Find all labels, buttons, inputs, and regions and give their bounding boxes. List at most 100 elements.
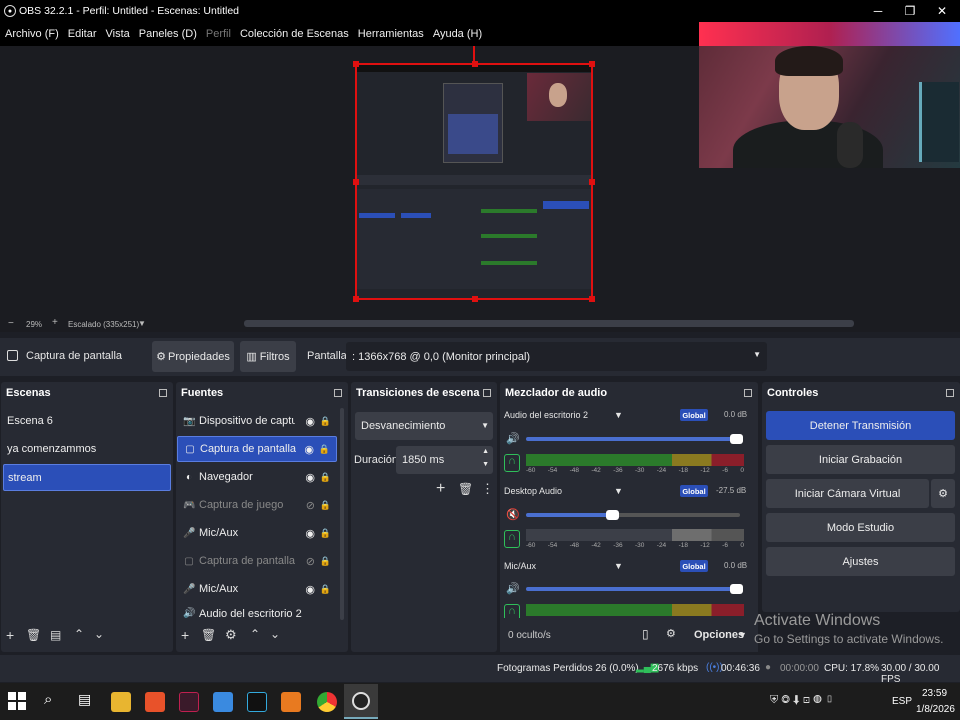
start-virtual-camera-button[interactable]: Iniciar Cámara Virtual: [766, 479, 929, 508]
display-select[interactable]: : 1366x768 @ 0,0 (Monitor principal) ▼: [346, 342, 767, 371]
close-button[interactable]: ✕: [926, 0, 958, 22]
undock-icon[interactable]: [483, 389, 491, 397]
gear-icon[interactable]: ⚙: [225, 627, 237, 643]
volume-slider[interactable]: [526, 587, 740, 591]
menu-docks[interactable]: Paneles (D): [139, 28, 197, 40]
move-down-icon[interactable]: ⌄: [94, 627, 104, 641]
media-player-icon[interactable]: [281, 692, 301, 712]
eye-icon[interactable]: ◉: [305, 583, 315, 596]
chrome-icon[interactable]: [317, 692, 337, 712]
menu-view[interactable]: Vista: [106, 28, 130, 40]
scene-item[interactable]: ya comenzammos: [3, 435, 171, 462]
monitor-headphones-icon[interactable]: ∩: [504, 530, 520, 548]
lock-icon[interactable]: 🔒: [320, 556, 331, 567]
volume-slider[interactable]: [526, 513, 612, 517]
clock-date[interactable]: 1/8/2026: [916, 704, 955, 715]
undock-icon[interactable]: [744, 389, 752, 397]
source-item[interactable]: 🎤 Mic/Aux ◉ 🔒: [177, 520, 337, 546]
channel-menu-icon[interactable]: ▼: [614, 486, 623, 496]
search-icon[interactable]: ⌕: [44, 691, 52, 708]
move-down-icon[interactable]: ⌄: [270, 627, 280, 641]
trash-icon[interactable]: 🗑: [201, 628, 216, 642]
task-view-icon[interactable]: ▤: [78, 691, 91, 708]
menu-help[interactable]: Ayuda (H): [433, 28, 482, 40]
source-item[interactable]: 📷 Dispositivo de captura d ◉ 🔒: [177, 408, 337, 434]
menu-file[interactable]: Archivo (F): [5, 28, 59, 40]
stop-stream-button[interactable]: Detener Transmisión: [766, 411, 955, 440]
lock-icon[interactable]: 🔒: [320, 416, 331, 427]
store-icon[interactable]: [213, 692, 233, 712]
menu-tools[interactable]: Herramientas: [358, 28, 424, 40]
resize-handle[interactable]: [472, 296, 478, 302]
add-source-icon[interactable]: +: [181, 627, 189, 643]
speaker-icon[interactable]: 🔊: [506, 432, 520, 445]
eye-hidden-icon[interactable]: ⊘: [306, 555, 315, 568]
resize-handle[interactable]: [589, 61, 595, 67]
lock-icon[interactable]: 🔒: [320, 500, 331, 511]
lock-icon[interactable]: 🔒: [320, 472, 331, 483]
undock-icon[interactable]: [334, 389, 342, 397]
resize-handle[interactable]: [353, 61, 359, 67]
options-button[interactable]: Opciones: [694, 629, 744, 641]
menu-profile[interactable]: Perfil: [206, 28, 231, 40]
monitor-headphones-icon[interactable]: ∩: [504, 604, 520, 618]
menu-edit[interactable]: Editar: [68, 28, 97, 40]
source-item[interactable]: ◐ Navegador ◉ 🔒: [177, 464, 337, 490]
eye-hidden-icon[interactable]: ⊘: [306, 499, 315, 512]
clock-time[interactable]: 23:59: [922, 688, 947, 699]
chevron-down-icon[interactable]: ▼: [482, 461, 489, 468]
sources-scrollbar[interactable]: [340, 408, 344, 620]
duration-spinbox[interactable]: 1850 ms ▲ ▼: [396, 446, 493, 474]
windows-start-icon[interactable]: [8, 692, 26, 710]
volume-knob[interactable]: [606, 510, 619, 520]
add-icon[interactable]: +: [6, 627, 14, 643]
studio-mode-button[interactable]: Modo Estudio: [766, 513, 955, 542]
undock-icon[interactable]: [159, 389, 167, 397]
undock-icon[interactable]: [946, 389, 954, 397]
menu-scene-collection[interactable]: Colección de Escenas: [240, 28, 349, 40]
source-item-selected[interactable]: ▢ Captura de pantalla ◉ 🔒: [177, 436, 337, 462]
maximize-button[interactable]: ❐: [894, 0, 926, 22]
scaling-dropdown-icon[interactable]: ▼: [138, 319, 146, 328]
zoom-in-button[interactable]: +: [52, 317, 58, 328]
add-transition-icon[interactable]: +: [436, 480, 445, 498]
resize-handle[interactable]: [472, 61, 478, 67]
chevron-down-icon[interactable]: ▼: [738, 630, 747, 640]
preview-source-screen-capture[interactable]: [353, 61, 595, 302]
eye-icon[interactable]: ◉: [304, 443, 314, 456]
eye-icon[interactable]: ◉: [305, 471, 315, 484]
volume-knob[interactable]: [730, 434, 743, 444]
speaker-icon[interactable]: 🔊: [506, 582, 520, 595]
channel-menu-icon[interactable]: ▼: [614, 561, 623, 571]
virtual-camera-settings-icon[interactable]: ⚙: [931, 479, 955, 508]
language-indicator[interactable]: ESP: [892, 696, 912, 707]
file-explorer-icon[interactable]: [111, 692, 131, 712]
resize-handle[interactable]: [589, 296, 595, 302]
layout-toggle-icon[interactable]: ▯: [642, 627, 649, 641]
settings-button[interactable]: Ajustes: [766, 547, 955, 576]
lock-icon[interactable]: 🔒: [320, 584, 331, 595]
webcam-source[interactable]: [699, 22, 960, 168]
move-up-icon[interactable]: ⌃: [74, 627, 84, 641]
obs-taskbar-button[interactable]: [344, 684, 378, 719]
eye-icon[interactable]: ◉: [305, 527, 315, 540]
app-icon[interactable]: [179, 692, 199, 712]
scene-item[interactable]: Escena 6: [3, 407, 171, 434]
source-item[interactable]: 🎤 Mic/Aux ◉ 🔒: [177, 576, 337, 602]
tiktok-icon[interactable]: [247, 692, 267, 712]
start-recording-button[interactable]: Iniciar Grabación: [766, 445, 955, 474]
trash-icon[interactable]: 🗑: [458, 482, 473, 496]
channel-menu-icon[interactable]: ▼: [614, 410, 623, 420]
more-vertical-icon[interactable]: ⋮: [481, 481, 494, 497]
properties-button[interactable]: ⚙ Propiedades: [152, 341, 234, 372]
advanced-audio-icon[interactable]: ⚙: [666, 627, 676, 640]
volume-knob[interactable]: [730, 584, 743, 594]
eye-icon[interactable]: ◉: [305, 415, 315, 428]
filters-button[interactable]: ▥ Filtros: [240, 341, 296, 372]
move-up-icon[interactable]: ⌃: [250, 627, 260, 641]
minimize-button[interactable]: ─: [862, 0, 894, 22]
source-item[interactable]: 🎮 Captura de juego ⊘ 🔒: [177, 492, 337, 518]
resize-handle[interactable]: [353, 179, 359, 185]
scene-filter-icon[interactable]: ▤: [50, 628, 61, 642]
preview-scrollbar[interactable]: [244, 320, 854, 327]
